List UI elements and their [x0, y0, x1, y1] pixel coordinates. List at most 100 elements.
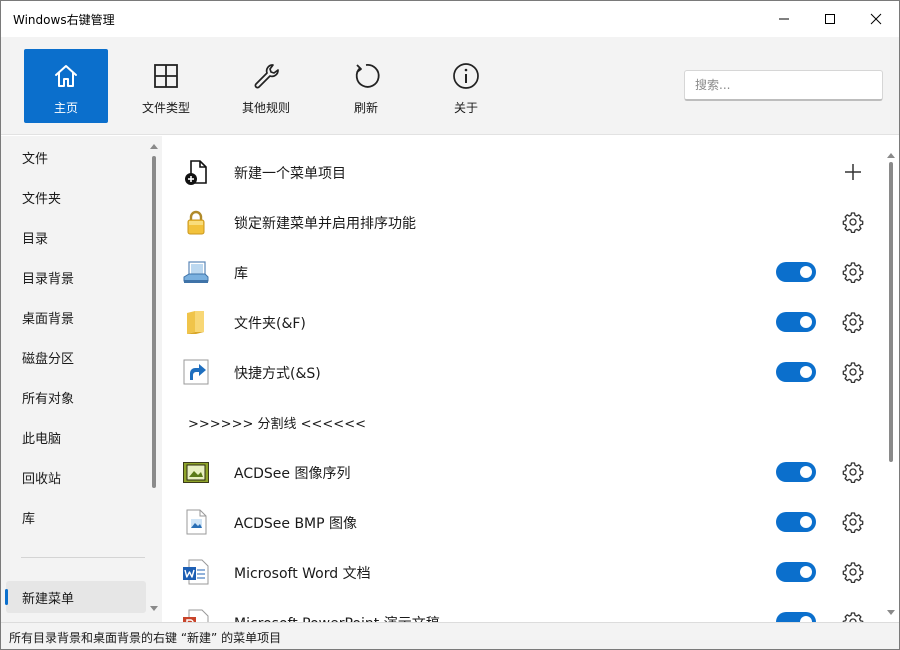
- lock-icon: [187, 210, 205, 235]
- sidebar-item-desktop-background[interactable]: 桌面背景: [1, 301, 146, 333]
- sidebar-item-folder[interactable]: 文件夹: [1, 181, 146, 213]
- sidebar-item-new-menu[interactable]: 新建菜单: [6, 581, 146, 613]
- sidebar-item-this-pc[interactable]: 此电脑: [1, 421, 146, 453]
- list-scroll-down-icon[interactable]: [886, 609, 896, 617]
- list-item-label: 文件夹(&F): [234, 316, 306, 332]
- grid-icon: [154, 64, 178, 88]
- sidebar-scroll-down-icon[interactable]: [149, 605, 159, 613]
- app-window: Windows右键管理 主页 文件类型 其他规则 刷新 关于 搜索... 文件 …: [0, 0, 900, 650]
- status-text: 所有目录背景和桌面背景的右键 “新建” 的菜单项目: [9, 631, 282, 645]
- sidebar: 文件 文件夹 目录 目录背景 桌面背景 磁盘分区 所有对象 此电脑 回收站 库 …: [1, 136, 162, 622]
- sidebar-scrollbar-thumb[interactable]: [152, 156, 156, 488]
- close-button[interactable]: [853, 1, 899, 37]
- sidebar-item-label: 文件: [22, 151, 49, 167]
- list-item-label: Microsoft Word 文档: [234, 566, 371, 582]
- sidebar-item-library[interactable]: 库: [1, 501, 146, 533]
- minimize-button[interactable]: [761, 1, 807, 37]
- sidebar-item-disk-partition[interactable]: 磁盘分区: [1, 341, 146, 373]
- sidebar-scroll-up-icon[interactable]: [149, 142, 159, 150]
- maximize-button[interactable]: [807, 1, 853, 37]
- gear-icon[interactable]: [842, 511, 864, 533]
- list-item[interactable]: 文件夹(&F): [162, 297, 882, 347]
- status-bar: 所有目录背景和桌面背景的右键 “新建” 的菜单项目: [1, 622, 899, 649]
- list-item-label: ACDSee 图像序列: [234, 466, 351, 482]
- gear-icon[interactable]: [842, 211, 864, 233]
- sidebar-item-label: 库: [22, 511, 36, 527]
- sidebar-selection-indicator: [5, 589, 8, 605]
- window-title: Windows右键管理: [13, 13, 115, 27]
- enable-toggle[interactable]: [776, 462, 816, 482]
- list-item[interactable]: Microsoft Word 文档: [162, 547, 882, 597]
- sidebar-item-label: 此电脑: [22, 431, 62, 447]
- gear-icon[interactable]: [842, 611, 864, 622]
- sidebar-item-file[interactable]: 文件: [1, 141, 146, 173]
- wrench-icon: [254, 64, 279, 89]
- toolbar-rules-button[interactable]: 其他规则: [224, 49, 308, 123]
- list-item[interactable]: ACDSee BMP 图像: [162, 497, 882, 547]
- maximize-icon: [825, 14, 835, 24]
- minimize-icon: [779, 18, 789, 20]
- toolbar-filetype-button[interactable]: 文件类型: [124, 49, 208, 123]
- list-item-label: ACDSee BMP 图像: [234, 516, 358, 532]
- home-icon: [55, 65, 77, 87]
- toolbar-rules-label: 其他规则: [241, 101, 290, 115]
- word-icon: [183, 559, 209, 585]
- toolbar-refresh-label: 刷新: [353, 101, 378, 115]
- separator-row: >>>>>> 分割线 <<<<<<: [162, 397, 882, 447]
- list-item[interactable]: 锁定新建菜单并启用排序功能: [162, 197, 882, 247]
- enable-toggle[interactable]: [776, 362, 816, 382]
- toolbar-home-label: 主页: [53, 101, 78, 115]
- sidebar-item-directory-background[interactable]: 目录背景: [1, 261, 146, 293]
- enable-toggle[interactable]: [776, 312, 816, 332]
- list-item[interactable]: ACDSee 图像序列: [162, 447, 882, 497]
- plus-icon[interactable]: [843, 162, 863, 182]
- list-item-label: 锁定新建菜单并启用排序功能: [234, 216, 416, 232]
- gear-icon[interactable]: [842, 461, 864, 483]
- refresh-icon: [355, 64, 380, 88]
- toolbar-filetype-label: 文件类型: [141, 101, 190, 115]
- enable-toggle[interactable]: [776, 612, 816, 622]
- toolbar-refresh-button[interactable]: 刷新: [324, 49, 408, 123]
- gear-icon[interactable]: [842, 261, 864, 283]
- list-item-label: 库: [234, 266, 248, 282]
- new-file-icon: [185, 160, 207, 185]
- separator-label: >>>>>> 分割线 <<<<<<: [188, 417, 366, 432]
- enable-toggle[interactable]: [776, 512, 816, 532]
- folder-icon: [187, 311, 204, 334]
- sidebar-item-recycle-bin[interactable]: 回收站: [1, 461, 146, 493]
- sidebar-item-label: 磁盘分区: [22, 351, 75, 367]
- toolbar: 主页 文件类型 其他规则 刷新 关于: [1, 37, 899, 135]
- sidebar-item-directory[interactable]: 目录: [1, 221, 146, 253]
- bmp-image-icon: [186, 509, 207, 535]
- toolbar-about-button[interactable]: 关于: [424, 49, 508, 123]
- enable-toggle[interactable]: [776, 262, 816, 282]
- sidebar-item-label: 新建菜单: [22, 591, 75, 607]
- sidebar-item-label: 目录背景: [22, 271, 75, 287]
- toolbar-home-button[interactable]: 主页: [24, 49, 108, 123]
- list-item[interactable]: 快捷方式(&S): [162, 347, 882, 397]
- list-scroll-up-icon[interactable]: [886, 151, 896, 159]
- info-icon: [453, 63, 479, 89]
- list-item[interactable]: 库: [162, 247, 882, 297]
- sidebar-item-label: 回收站: [22, 471, 62, 487]
- list-item[interactable]: Microsoft PowerPoint 演示文稿: [162, 597, 882, 622]
- sidebar-item-label: 桌面背景: [22, 311, 75, 327]
- enable-toggle[interactable]: [776, 562, 816, 582]
- list-item-label: 快捷方式(&S): [234, 366, 321, 382]
- list-scrollbar-thumb[interactable]: [889, 162, 893, 462]
- title-bar: Windows右键管理: [1, 1, 899, 37]
- search-input[interactable]: [684, 70, 883, 101]
- gear-icon[interactable]: [842, 361, 864, 383]
- acdsee-sequence-icon: [183, 462, 209, 483]
- menu-item-list: 新建一个菜单项目 锁定新建菜单并启用排序功能 库 文件夹(&F) 快捷方式(&S…: [162, 136, 899, 622]
- list-item[interactable]: 新建一个菜单项目: [162, 147, 882, 197]
- gear-icon[interactable]: [842, 311, 864, 333]
- sidebar-item-all-objects[interactable]: 所有对象: [1, 381, 146, 413]
- sidebar-divider: [21, 557, 145, 558]
- sidebar-item-label: 文件夹: [22, 191, 62, 207]
- gear-icon[interactable]: [842, 561, 864, 583]
- toolbar-about-label: 关于: [453, 101, 478, 115]
- close-icon: [870, 13, 882, 25]
- sidebar-item-label: 所有对象: [22, 391, 75, 407]
- list-item-label: Microsoft PowerPoint 演示文稿: [234, 613, 440, 622]
